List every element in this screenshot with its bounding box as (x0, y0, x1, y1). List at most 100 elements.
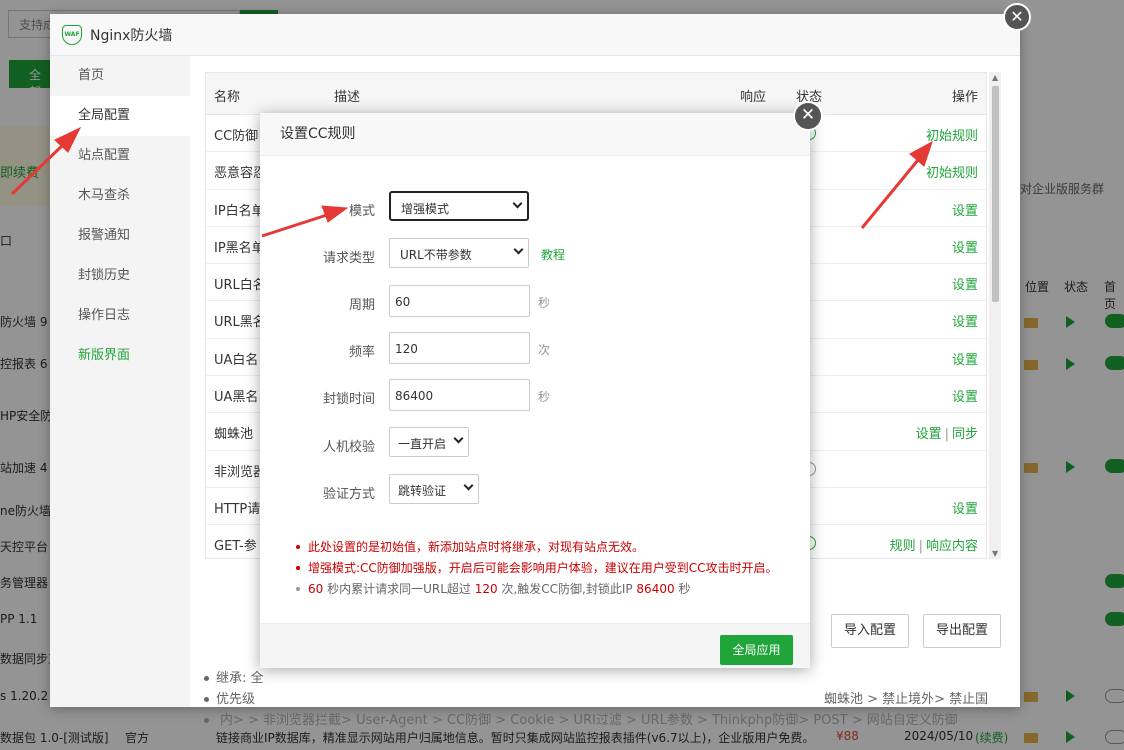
note-inherit: 继承: 全 (204, 668, 994, 689)
op-link[interactable]: 响应内容 (926, 539, 978, 554)
mode-row: 模式 增强模式 (260, 191, 810, 225)
op-link[interactable]: 设置 (952, 204, 978, 219)
scroll-thumb[interactable] (992, 86, 999, 302)
rule-ops: 设置 (952, 311, 978, 330)
block-time-row: 封锁时间 86400 秒 (260, 379, 810, 413)
mode-label: 模式 (348, 204, 375, 219)
rule-name: IP黑名单 (214, 240, 265, 256)
sidebar-item-global-config[interactable]: 全局配置 (50, 96, 190, 136)
rule-ops: 初始规则 (926, 162, 978, 181)
captcha-row: 人机校验 一直开启 (260, 427, 810, 461)
rule-name: 非浏览器 (214, 464, 267, 480)
sidebar-item-operation-log[interactable]: 操作日志 (50, 296, 190, 336)
captcha-select[interactable]: 一直开启 (389, 427, 469, 457)
close-dialog-icon[interactable]: ✕ (793, 101, 823, 131)
period-input[interactable]: 60 (389, 285, 530, 317)
verify-method-label: 验证方式 (322, 487, 375, 502)
rule-ops: 设置 (952, 200, 978, 219)
frequency-input[interactable]: 120 (389, 332, 530, 364)
rule-ops: 设置 (952, 274, 978, 293)
ops-separator: | (944, 427, 949, 443)
op-link[interactable]: 规则 (890, 539, 916, 554)
note-priority-right: 蜘蛛池 > 禁止境外> 禁止国 (824, 692, 989, 707)
rule-name: UA白名 (214, 352, 259, 368)
verify-method-select[interactable]: 跳转验证 (389, 474, 479, 504)
chevron-down-icon (453, 433, 464, 444)
request-type-row: 请求类型 URL不带参数 教程 (260, 238, 810, 272)
rule-ops: 设置 | 同步 (916, 423, 978, 442)
sidebar-item-new-ui[interactable]: 新版界面 (50, 336, 190, 376)
sidebar-item-home[interactable]: 首页 (50, 56, 190, 96)
rule-name: URL白名 (214, 278, 266, 294)
global-apply-button[interactable]: 全局应用 (720, 635, 793, 665)
verify-method-row: 验证方式 跳转验证 (260, 474, 810, 508)
frequency-label: 频率 (348, 345, 375, 360)
close-window-icon[interactable]: ✕ (1003, 3, 1031, 31)
tip-rule-summary: 60 秒内累计请求同一URL超过 120 次,触发CC防御,封锁此IP 8640… (296, 579, 778, 600)
op-link[interactable]: 设置 (952, 353, 978, 368)
ops-separator: | (918, 539, 923, 555)
tip-enhanced-mode: 增强模式:CC防御加强版，开启后可能会影响用户体验，建议在用户受到CC攻击时开启… (296, 558, 778, 579)
rule-ops: 设置 (952, 498, 978, 517)
rule-ops: 设置 (952, 386, 978, 405)
window-title: Nginx防火墙 (90, 27, 173, 44)
dialog-tips: 此处设置的是初始值，新添加站点时将继承，对现有站点无效。 增强模式:CC防御加强… (296, 537, 778, 600)
request-type-select[interactable]: URL不带参数 (389, 238, 529, 268)
op-link[interactable]: 初始规则 (926, 166, 978, 181)
sidebar-item-trojan-scan[interactable]: 木马查杀 (50, 176, 190, 216)
rule-ops: 设置 (952, 349, 978, 368)
chevron-down-icon (513, 244, 524, 255)
window-titlebar: WAF Nginx防火墙 (50, 14, 1020, 56)
op-link[interactable]: 同步 (952, 427, 978, 442)
scroll-up-icon[interactable]: ▲ (992, 73, 998, 82)
chevron-down-icon (463, 480, 474, 491)
rule-ops: 设置 (952, 237, 978, 256)
captcha-label: 人机校验 (322, 440, 375, 455)
rule-name: 蜘蛛池 (214, 427, 254, 443)
sidebar-item-block-history[interactable]: 封锁历史 (50, 256, 190, 296)
period-unit: 秒 (538, 296, 551, 310)
table-scrollbar[interactable]: ▲ ▼ (989, 72, 1001, 559)
block-time-label: 封锁时间 (322, 392, 375, 407)
block-time-unit: 秒 (538, 390, 551, 404)
frequency-row: 频率 120 次 (260, 332, 810, 366)
dialog-title: 设置CC规则 (260, 113, 810, 156)
op-link[interactable]: 设置 (952, 241, 978, 256)
rule-name: GET-参 (214, 539, 257, 555)
scroll-down-icon[interactable]: ▼ (992, 549, 998, 558)
table-header: 名称 描述 响应 状态 操作 (206, 73, 986, 115)
block-time-input[interactable]: 86400 (389, 379, 530, 411)
rule-ops: 初始规则 (926, 125, 978, 144)
import-config-button[interactable]: 导入配置 (831, 614, 910, 648)
period-row: 周期 60 秒 (260, 285, 810, 319)
note-priority-cont: 内> > 非浏览器拦截> User-Agent > CC防御 > Cookie … (204, 710, 994, 731)
dialog-footer: 全局应用 (260, 623, 810, 668)
chevron-down-icon (512, 198, 523, 209)
mode-select[interactable]: 增强模式 (389, 191, 529, 221)
rule-name: HTTP请 (214, 501, 261, 517)
rule-name: URL黑名 (214, 315, 266, 331)
header-name: 名称 (214, 90, 241, 105)
tip-initial-value: 此处设置的是初始值，新添加站点时将继承，对现有站点无效。 (296, 537, 778, 558)
tutorial-link[interactable]: 教程 (541, 246, 565, 263)
op-link[interactable]: 设置 (952, 315, 978, 330)
cc-rules-dialog: 设置CC规则 模式 增强模式 请求类型 URL不带参数 教程 周期 60 秒 频… (260, 113, 810, 668)
op-link[interactable]: 设置 (952, 390, 978, 405)
op-link[interactable]: 设置 (916, 427, 942, 442)
priority-notes: 继承: 全 优先级 蜘蛛池 > 禁止境外> 禁止国 内> > 非浏览器拦截> Us… (204, 668, 994, 731)
frequency-unit: 次 (538, 343, 551, 357)
sidebar-item-site-config[interactable]: 站点配置 (50, 136, 190, 176)
rule-name: UA黑名 (214, 390, 259, 406)
sidebar: 首页 全局配置 站点配置 木马查杀 报警通知 封锁历史 操作日志 新版界面 (50, 56, 190, 707)
header-resp: 响应 (740, 90, 767, 105)
op-link[interactable]: 设置 (952, 278, 978, 293)
waf-shield-icon: WAF (62, 24, 82, 45)
op-link[interactable]: 初始规则 (926, 129, 978, 144)
sidebar-item-alert[interactable]: 报警通知 (50, 216, 190, 256)
export-config-button[interactable]: 导出配置 (923, 614, 1002, 648)
rule-name: IP白名单 (214, 203, 265, 219)
header-ops: 操作 (951, 90, 978, 105)
rule-name: CC防御 (214, 129, 259, 144)
op-link[interactable]: 设置 (952, 502, 978, 517)
header-desc: 描述 (334, 90, 361, 105)
